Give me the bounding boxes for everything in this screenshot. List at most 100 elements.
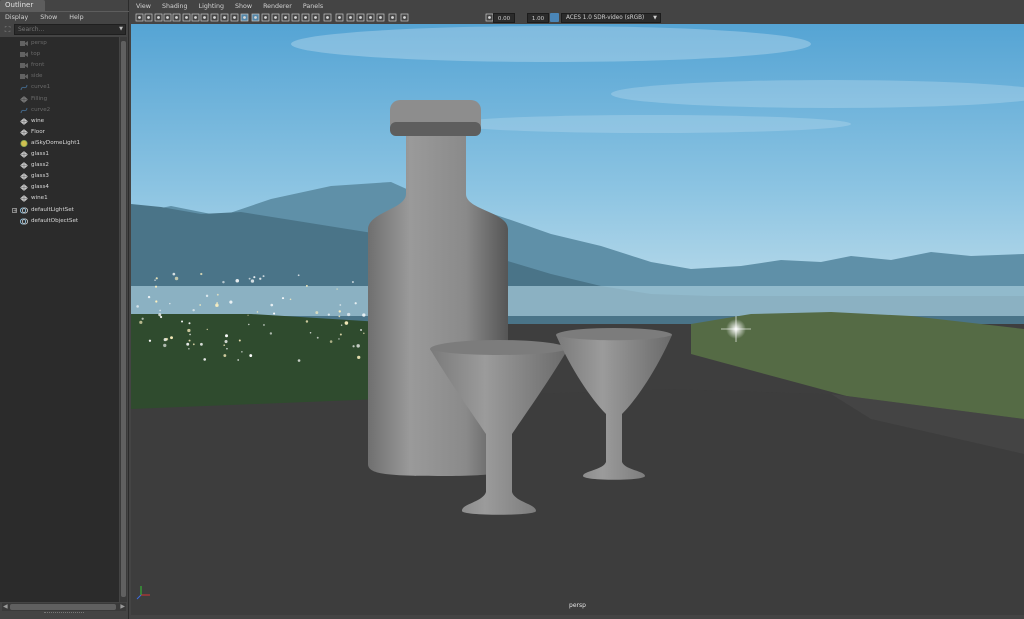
color-space-select[interactable]: ACES 1.0 SDR-video (sRGB) ▼ xyxy=(561,13,661,23)
camera-name-label: persp xyxy=(569,602,586,609)
outliner-item-Floor[interactable]: Floor xyxy=(0,127,119,138)
3d-viewport[interactable]: persp xyxy=(131,24,1024,615)
backface-culling-icon[interactable] xyxy=(376,13,385,22)
shadows-icon[interactable] xyxy=(291,13,300,22)
menu-display[interactable]: Display xyxy=(5,12,28,23)
city-light xyxy=(189,333,191,336)
select-camera-icon[interactable] xyxy=(135,13,144,22)
search-input[interactable] xyxy=(14,24,126,35)
smooth-shade-icon[interactable] xyxy=(251,13,260,22)
city-light xyxy=(169,302,171,305)
outliner-item-defaultLightSet[interactable]: + defaultLightSet xyxy=(0,205,119,216)
menu-shading[interactable]: Shading xyxy=(162,2,188,12)
outliner-item-curve1[interactable]: curve1 xyxy=(0,82,119,93)
menu-show[interactable]: Show xyxy=(235,2,252,12)
anti-aliasing-icon[interactable] xyxy=(323,13,332,22)
outliner-item-glass1[interactable]: glass1 xyxy=(0,149,119,160)
menu-help[interactable]: Help xyxy=(69,12,83,23)
city-light xyxy=(248,277,251,280)
depth-of-field-icon[interactable] xyxy=(335,13,344,22)
city-light xyxy=(158,313,162,317)
city-light xyxy=(339,304,342,306)
default-material-icon[interactable] xyxy=(261,13,270,22)
outliner-item-wine1[interactable]: wine1 xyxy=(0,193,119,204)
isolate-select-icon[interactable] xyxy=(346,13,355,22)
field-chart-icon[interactable] xyxy=(210,13,219,22)
bookmark-icon[interactable] xyxy=(154,13,163,22)
outliner-tab[interactable]: Outliner xyxy=(0,0,45,11)
panel-menu-bar: View Shading Lighting Show Renderer Pane… xyxy=(131,2,327,12)
safe-title-icon[interactable] xyxy=(230,13,239,22)
outliner-item-label: defaultLightSet xyxy=(31,206,74,213)
menu-lighting[interactable]: Lighting xyxy=(199,2,224,12)
gamma-field[interactable]: 1.00 xyxy=(527,13,549,23)
scroll-right-icon[interactable]: ▶ xyxy=(120,603,125,611)
scrollbar-thumb[interactable] xyxy=(121,41,126,597)
city-light xyxy=(223,344,226,346)
resize-grip[interactable] xyxy=(44,612,84,616)
wireframe-icon[interactable] xyxy=(240,13,249,22)
menu-show[interactable]: Show xyxy=(40,12,57,23)
city-light xyxy=(241,351,243,353)
scroll-left-icon[interactable]: ◀ xyxy=(3,603,8,611)
city-light xyxy=(139,320,143,324)
resolution-gate-icon[interactable] xyxy=(191,13,200,22)
camera-attributes-icon[interactable] xyxy=(144,13,153,22)
use-all-lights-icon[interactable] xyxy=(281,13,290,22)
outliner-item-front[interactable]: front xyxy=(0,60,119,71)
screen-ambient-occlusion-icon[interactable] xyxy=(301,13,310,22)
gamma-icon[interactable] xyxy=(485,13,494,22)
menu-renderer[interactable]: Renderer xyxy=(263,2,292,12)
horizontal-scrollbar[interactable]: ◀ ▶ xyxy=(2,603,126,611)
chevron-down-icon[interactable]: ▼ xyxy=(119,26,123,32)
safe-action-icon[interactable] xyxy=(220,13,229,22)
city-light xyxy=(215,303,219,307)
outliner-item-wine[interactable]: wine xyxy=(0,116,119,127)
menu-panels[interactable]: Panels xyxy=(303,2,323,12)
film-gate-icon[interactable] xyxy=(182,13,191,22)
grid-icon[interactable] xyxy=(172,13,181,22)
outliner-item-glass4[interactable]: glass4 xyxy=(0,182,119,193)
camera-icon xyxy=(20,62,28,69)
city-light xyxy=(339,333,342,336)
xray-joints-icon[interactable] xyxy=(366,13,375,22)
image-plane-icon[interactable] xyxy=(163,13,172,22)
outliner-item-label: defaultObjectSet xyxy=(31,217,79,224)
outliner-item-label: front xyxy=(31,62,45,69)
outliner-item-defaultObjectSet[interactable]: defaultObjectSet xyxy=(0,216,119,227)
textured-icon[interactable] xyxy=(271,13,280,22)
outliner-tree: persp top front side curve1 Filling curve2 wine… xyxy=(0,37,119,602)
gate-mask-icon[interactable] xyxy=(200,13,209,22)
city-light xyxy=(363,332,365,335)
city-light xyxy=(186,342,190,346)
city-light xyxy=(192,308,195,312)
outliner-item-Filling[interactable]: Filling xyxy=(0,94,119,105)
outliner-item-side[interactable]: side xyxy=(0,71,119,82)
city-light xyxy=(347,312,351,317)
city-light xyxy=(238,339,241,342)
outliner-item-aiSkyDomeLight1[interactable]: aiSkyDomeLight1 xyxy=(0,138,119,149)
outliner-item-top[interactable]: top xyxy=(0,49,119,60)
city-light xyxy=(338,338,340,340)
scrollbar-thumb[interactable] xyxy=(10,604,116,610)
outliner-item-glass3[interactable]: glass3 xyxy=(0,171,119,182)
sequence-icon[interactable] xyxy=(388,13,397,22)
expand-icon[interactable]: + xyxy=(12,207,17,213)
xray-icon[interactable] xyxy=(356,13,365,22)
outliner-item-label: glass3 xyxy=(31,173,49,180)
outliner-item-label: wine xyxy=(31,117,45,124)
outliner-item-glass2[interactable]: glass2 xyxy=(0,160,119,171)
motion-blur-icon[interactable] xyxy=(311,13,320,22)
mesh-icon xyxy=(20,117,28,125)
outliner-item-curve2[interactable]: curve2 xyxy=(0,105,119,116)
filter-icon[interactable]: ⛶ xyxy=(3,25,12,34)
outliner-item-persp[interactable]: persp xyxy=(0,38,119,49)
city-light xyxy=(229,300,233,304)
color-management-toggle-icon[interactable] xyxy=(550,13,559,22)
exposure-icon[interactable] xyxy=(400,13,409,22)
outliner-panel: Outliner Display Show Help ⛶ ▼ persp top f… xyxy=(0,0,129,619)
vertical-scrollbar[interactable] xyxy=(120,37,127,602)
exposure-field[interactable]: 0.00 xyxy=(493,13,515,23)
menu-view[interactable]: View xyxy=(136,2,151,12)
city-light xyxy=(216,302,218,304)
